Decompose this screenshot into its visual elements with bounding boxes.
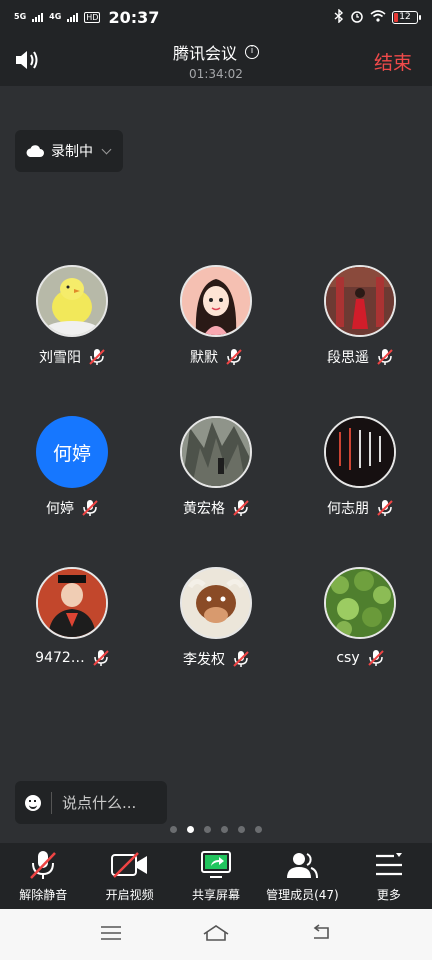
avatar — [36, 567, 108, 639]
home-icon[interactable] — [202, 924, 230, 946]
avatar — [36, 265, 108, 337]
participant-tile[interactable]: 刘雪阳 — [12, 265, 132, 367]
clock: 20:37 — [108, 7, 160, 27]
signal-4g-label: 4G — [49, 12, 62, 21]
participant-name: 李发权 — [183, 652, 225, 668]
avatar — [324, 567, 396, 639]
meeting-timer: 01:34:02 — [189, 67, 243, 81]
mic-muted-icon — [233, 650, 249, 668]
share-screen-button[interactable]: 共享屏幕 — [173, 843, 259, 909]
page-dot[interactable] — [221, 826, 228, 833]
signal-5g-label: 5G — [14, 12, 27, 21]
mic-muted-icon — [377, 348, 393, 366]
participant-name: 刘雪阳 — [39, 350, 81, 366]
chat-input[interactable]: 说点什么... — [15, 781, 167, 824]
participant-name: 默默 — [190, 350, 218, 366]
more-menu-icon — [374, 848, 404, 882]
start-video-label: 开启视频 — [105, 888, 154, 902]
meeting-title-text: 腾讯会议 — [172, 44, 237, 63]
system-nav-bar — [0, 909, 432, 960]
manage-members-button[interactable]: 管理成员(47) — [259, 843, 345, 909]
info-icon[interactable]: i — [245, 45, 259, 59]
start-video-button[interactable]: 开启视频 — [86, 843, 172, 909]
mic-muted-icon — [367, 649, 384, 667]
mic-muted-icon — [89, 348, 105, 366]
signal-bars-icon — [32, 12, 44, 22]
unmute-button[interactable]: 解除静音 — [0, 843, 86, 909]
meeting-title[interactable]: 腾讯会议 i — [173, 40, 259, 64]
participant-name: 9472… — [35, 650, 85, 666]
signal-bars-icon-2 — [67, 12, 79, 22]
hd-badge: HD — [84, 11, 101, 23]
participant-tile[interactable]: 李发权 — [156, 567, 276, 669]
page-dot[interactable] — [204, 826, 211, 833]
avatar — [180, 416, 252, 488]
mic-muted-icon — [28, 848, 58, 882]
manage-members-label: 管理成员(47) — [266, 888, 339, 902]
participant-tile[interactable]: 段思遥 — [300, 265, 420, 367]
participant-name: 段思遥 — [327, 350, 369, 366]
page-dot-active[interactable] — [187, 826, 194, 833]
avatar — [324, 416, 396, 488]
emoji-icon[interactable] — [25, 794, 41, 811]
back-icon[interactable] — [310, 923, 332, 946]
chevron-down-icon — [101, 144, 112, 154]
avatar — [180, 567, 252, 639]
divider — [51, 791, 52, 814]
bottom-toolbar: 解除静音 开启视频 共享屏幕 管理成员(47) 更多 — [0, 843, 432, 909]
recording-label: 录制中 — [51, 144, 93, 160]
participant-tile[interactable]: 黄宏格 — [156, 416, 276, 518]
mic-muted-icon — [233, 499, 249, 517]
participant-name: 何婷 — [46, 501, 74, 517]
participant-name: 黄宏格 — [183, 501, 225, 517]
camera-off-icon — [110, 848, 150, 882]
end-meeting-button[interactable]: 结束 — [374, 48, 412, 75]
page-dot[interactable] — [255, 826, 262, 833]
meeting-header: 腾讯会议 i 01:34:02 结束 — [0, 34, 432, 86]
more-label: 更多 — [376, 888, 401, 902]
avatar — [324, 265, 396, 337]
participant-tile[interactable]: 何婷 何婷 — [12, 416, 132, 518]
participant-tile[interactable]: 默默 — [156, 265, 276, 367]
page-indicator — [0, 826, 432, 833]
avatar — [180, 265, 252, 337]
page-dot[interactable] — [170, 826, 177, 833]
battery-level: 12 — [399, 12, 411, 22]
more-button[interactable]: 更多 — [346, 843, 432, 909]
chat-placeholder: 说点什么... — [62, 794, 137, 812]
participant-tile[interactable]: 9472… — [12, 567, 132, 667]
battery-icon: 12 — [392, 10, 421, 24]
cloud-icon — [26, 145, 44, 157]
recording-button[interactable]: 录制中 — [15, 130, 123, 172]
avatar-text: 何婷 — [52, 442, 91, 465]
participant-tile[interactable]: 何志朋 — [300, 416, 420, 518]
share-screen-label: 共享屏幕 — [192, 888, 241, 902]
mic-muted-icon — [377, 499, 393, 517]
menu-icon[interactable] — [100, 925, 122, 945]
wifi-icon — [370, 9, 386, 25]
alarm-icon — [350, 9, 364, 26]
unmute-label: 解除静音 — [19, 888, 68, 902]
participant-name: 何志朋 — [327, 501, 369, 517]
participant-tile[interactable]: csy — [300, 567, 420, 667]
mic-muted-icon — [93, 649, 109, 667]
avatar: 何婷 — [36, 416, 108, 488]
members-icon — [285, 848, 319, 882]
status-bar: 5G 4G HD 20:37 12 — [0, 0, 432, 34]
bluetooth-icon — [334, 7, 344, 26]
share-screen-icon — [200, 848, 232, 882]
mic-muted-icon — [82, 499, 98, 517]
participant-name: csy — [336, 650, 360, 666]
page-dot[interactable] — [238, 826, 245, 833]
mic-muted-icon — [226, 348, 242, 366]
